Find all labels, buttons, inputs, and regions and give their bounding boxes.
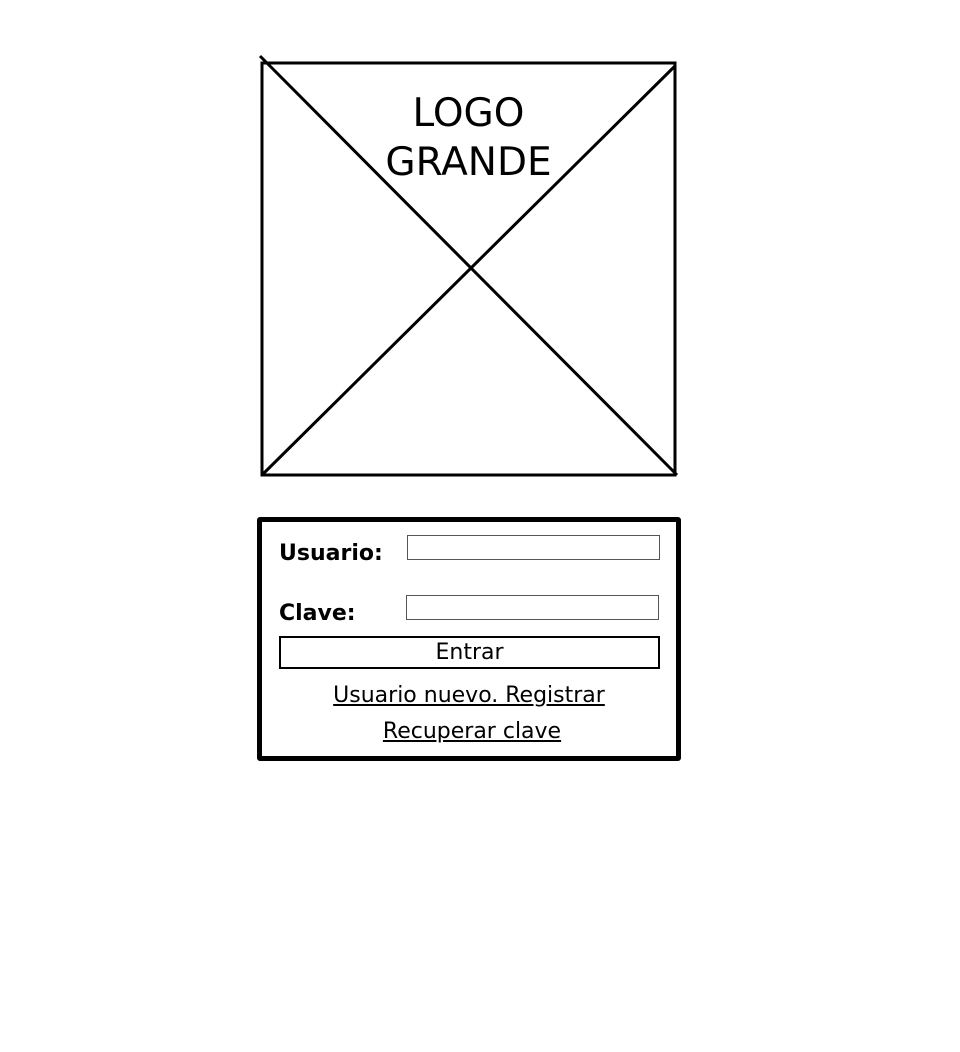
logo-label: LOGO GRANDE bbox=[262, 89, 675, 187]
logo-label-line1: LOGO bbox=[412, 91, 525, 136]
logo-label-line2: GRANDE bbox=[385, 140, 552, 185]
login-button[interactable]: Entrar bbox=[279, 636, 660, 669]
logo-placeholder-icon bbox=[258, 54, 679, 477]
wireframe-page: LOGO GRANDE Usuario: Clave: Entrar Usuar… bbox=[0, 0, 960, 1052]
password-label: Clave: bbox=[279, 601, 356, 626]
user-label: Usuario: bbox=[279, 541, 383, 566]
recover-password-link[interactable]: Recuperar clave bbox=[265, 718, 679, 746]
login-form: Usuario: Clave: Entrar Usuario nuevo. Re… bbox=[257, 517, 681, 761]
user-input[interactable] bbox=[407, 535, 660, 560]
register-link[interactable]: Usuario nuevo. Registrar bbox=[262, 682, 676, 710]
password-input[interactable] bbox=[406, 595, 659, 620]
